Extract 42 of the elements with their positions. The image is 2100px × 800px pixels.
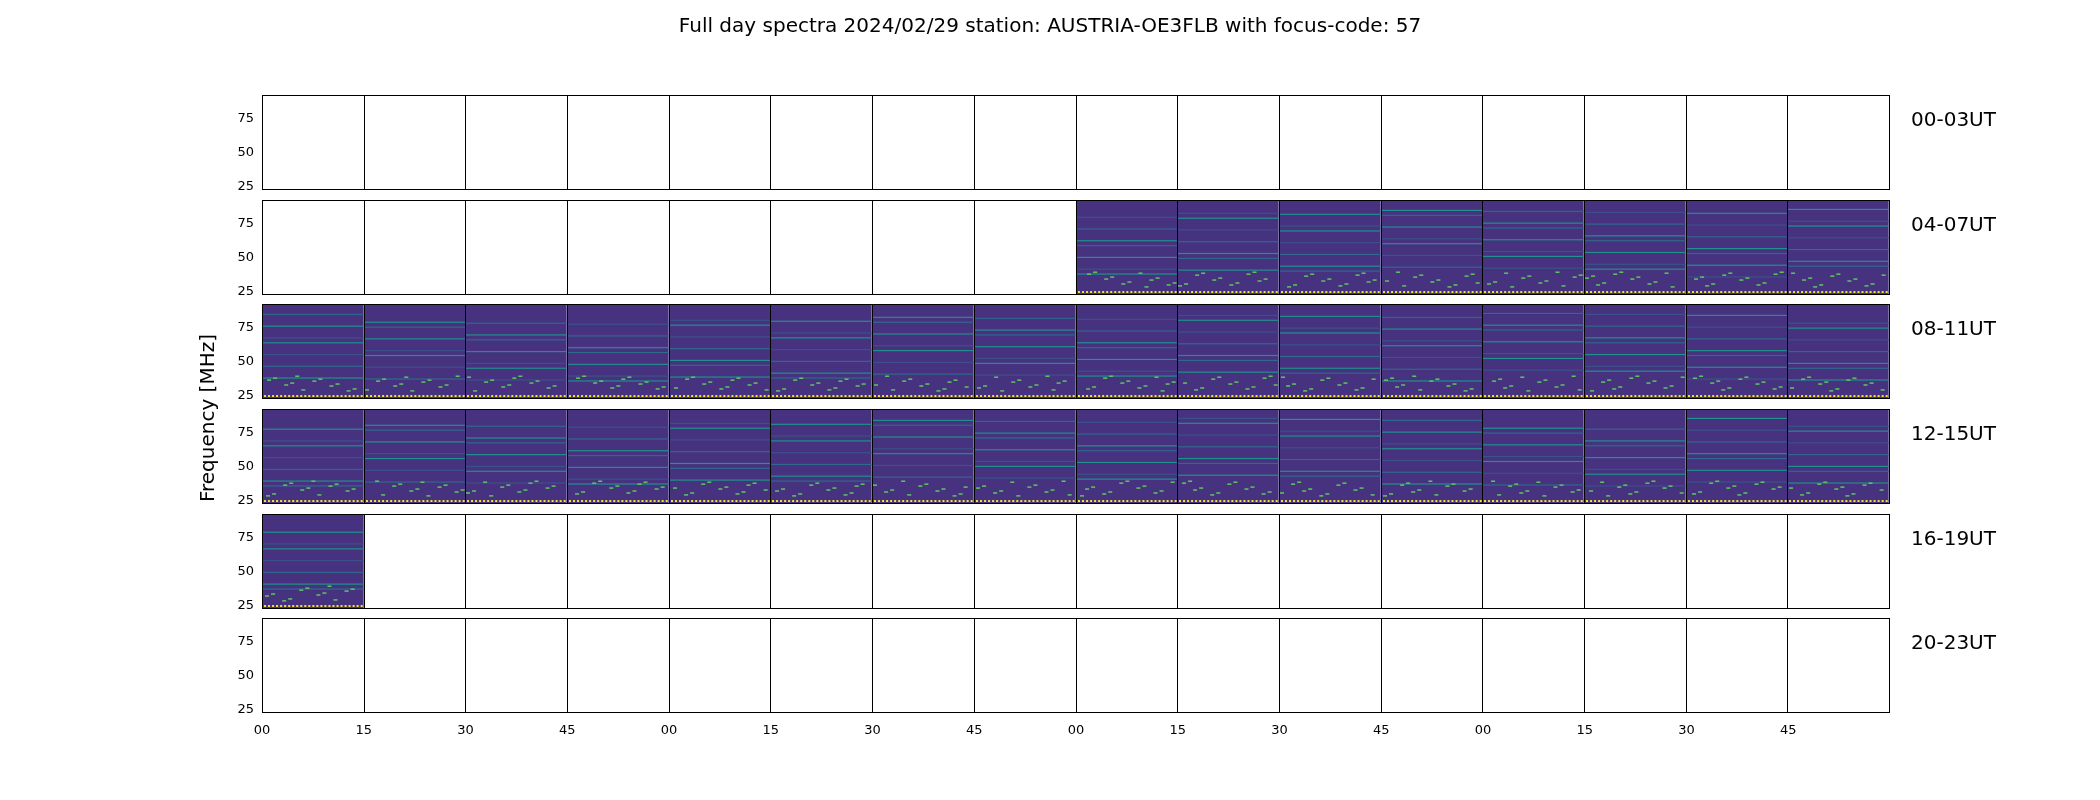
y-tick-label: 50 xyxy=(237,353,254,369)
y-tick-label: 75 xyxy=(237,110,254,125)
row-time-label: 08-11UT xyxy=(1911,316,1996,341)
row-time-label: 16-19UT xyxy=(1911,525,1996,550)
y-axis-label: Frequency [MHz] xyxy=(196,334,218,503)
x-tick-label: 45 xyxy=(1373,722,1390,738)
y-tick-label: 75 xyxy=(237,633,254,649)
y-tick-label: 75 xyxy=(237,424,254,440)
x-tick-label: 30 xyxy=(1271,722,1288,738)
row-time-label: 00-03UT xyxy=(1911,107,1996,131)
x-tick-label: 45 xyxy=(1780,722,1797,738)
y-tick-label: 75 xyxy=(237,319,254,335)
x-tick-label: 00 xyxy=(1474,722,1492,738)
y-tick-label: 25 xyxy=(237,387,254,403)
x-tick-label: 00 xyxy=(1067,722,1085,738)
y-tick-label: 25 xyxy=(237,178,254,193)
x-tick-label: 30 xyxy=(1678,722,1695,738)
x-tick-label: 45 xyxy=(559,722,576,738)
x-tick-label: 00 xyxy=(253,722,271,738)
y-tick-label: 50 xyxy=(237,144,254,159)
y-tick-label: 25 xyxy=(237,282,254,298)
figure-title: Full day spectra 2024/02/29 station: AUSTRIA-OE3FLB with focus-code: 57 xyxy=(678,12,1422,38)
y-tick-label: 25 xyxy=(237,492,254,508)
y-tick-label: 50 xyxy=(237,667,254,683)
y-tick-label: 50 xyxy=(237,562,254,578)
y-tick-label: 25 xyxy=(237,701,254,717)
x-tick-label: 15 xyxy=(1169,722,1186,738)
x-tick-label: 15 xyxy=(1576,722,1593,738)
row-time-label: 12-15UT xyxy=(1911,421,1996,446)
y-tick-label: 50 xyxy=(237,248,254,264)
y-tick-label: 25 xyxy=(237,596,254,612)
y-tick-label: 75 xyxy=(237,528,254,544)
row-time-label: 20-23UT xyxy=(1911,630,1996,655)
row-time-label: 04-07UT xyxy=(1911,211,1996,236)
x-tick-label: 30 xyxy=(457,722,474,738)
x-tick-label: 45 xyxy=(966,722,983,738)
x-tick-label: 00 xyxy=(660,722,678,738)
y-tick-label: 75 xyxy=(237,214,254,230)
x-tick-label: 15 xyxy=(762,722,779,738)
x-tick-label: 30 xyxy=(864,722,881,738)
x-tick-label: 15 xyxy=(355,722,372,738)
y-tick-label: 50 xyxy=(237,458,254,474)
